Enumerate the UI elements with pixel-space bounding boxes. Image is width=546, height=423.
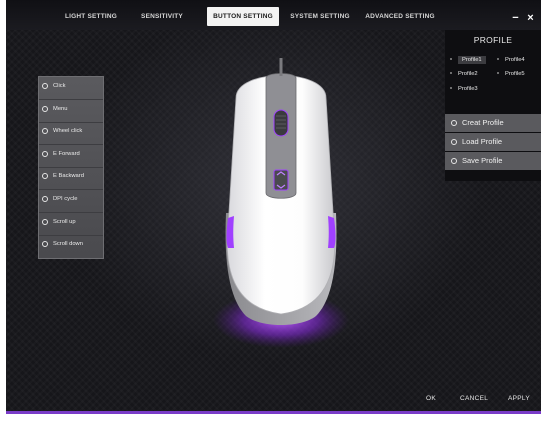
create-profile-label: Creat Profile [462, 118, 504, 127]
tab-sensitivity[interactable]: SENSITIVITY [132, 10, 192, 24]
button-item-label: Menu [53, 105, 68, 112]
button-item-backward[interactable]: E Backward [39, 167, 103, 191]
ok-button[interactable]: OK [426, 395, 436, 402]
radio-icon [42, 173, 48, 180]
profile-label: Profile5 [505, 71, 525, 77]
profile-label: Profile1 [458, 56, 486, 64]
load-profile-button[interactable]: Load Profile [445, 133, 541, 151]
button-item-menu[interactable]: Menu [39, 100, 103, 123]
profile-option-3[interactable]: Profile3 [450, 84, 478, 94]
minimize-button[interactable]: − [509, 12, 522, 25]
tab-bar: LIGHT SETTING SENSITIVITY BUTTON SETTING… [6, 0, 541, 30]
save-profile-button[interactable]: Save Profile [445, 152, 541, 170]
button-item-scroll-up[interactable]: Scroll up [39, 213, 103, 236]
radio-icon [42, 150, 48, 157]
radio-icon [42, 241, 48, 248]
apply-button[interactable]: APPLY [508, 395, 530, 402]
dpi-button [273, 169, 289, 191]
mouse-illustration [213, 58, 349, 348]
load-profile-label: Load Profile [462, 137, 503, 146]
radio-icon [42, 128, 48, 135]
bullet-icon [450, 72, 452, 75]
bullet-icon [497, 58, 499, 61]
button-item-label: Click [53, 83, 66, 89]
button-assignment-list: Click Menu Wheel click E Forward E Backw… [38, 76, 104, 259]
scroll-wheel [273, 109, 289, 137]
radio-icon [42, 218, 48, 225]
radio-icon [42, 83, 48, 89]
button-item-click[interactable]: Click [39, 77, 103, 100]
button-item-label: E Backward [53, 173, 84, 180]
radio-icon [451, 139, 457, 145]
button-item-wheel-click[interactable]: Wheel click [39, 122, 103, 146]
button-item-label: E Forward [53, 150, 80, 157]
tab-light-setting[interactable]: LIGHT SETTING [56, 10, 126, 24]
button-item-label: Wheel click [53, 128, 83, 135]
radio-icon [42, 105, 48, 112]
profile-option-2[interactable]: Profile2 [450, 69, 478, 79]
tab-button-setting[interactable]: BUTTON SETTING [207, 7, 279, 26]
tab-advanced-setting[interactable]: ADVANCED SETTING [360, 10, 440, 24]
radio-icon [42, 196, 48, 202]
bullet-icon [497, 72, 499, 75]
button-item-label: Scroll up [53, 218, 76, 225]
button-item-label: DPI cycle [53, 196, 78, 202]
radio-icon [451, 120, 457, 126]
profile-title: PROFILE [473, 35, 513, 45]
cancel-button[interactable]: CANCEL [460, 395, 488, 402]
tab-system-setting[interactable]: SYSTEM SETTING [286, 10, 354, 24]
button-item-dpi-cycle[interactable]: DPI cycle [39, 190, 103, 213]
radio-icon [451, 158, 457, 164]
save-profile-label: Save Profile [462, 156, 503, 165]
bullet-icon [450, 58, 452, 61]
profile-label: Profile2 [458, 71, 478, 77]
profile-label: Profile3 [458, 86, 478, 92]
button-item-scroll-down[interactable]: Scroll down [39, 235, 103, 257]
app-window: LIGHT SETTING SENSITIVITY BUTTON SETTING… [6, 0, 541, 414]
button-item-label: Scroll down [53, 241, 83, 248]
create-profile-button[interactable]: Creat Profile [445, 114, 541, 132]
bullet-icon [450, 87, 452, 90]
close-button[interactable]: × [524, 12, 537, 25]
profile-panel: PROFILE Profile1 Profile2 Profile3 Profi… [445, 30, 541, 181]
button-item-forward[interactable]: E Forward [39, 145, 103, 168]
profile-option-4[interactable]: Profile4 [497, 55, 525, 65]
profile-option-5[interactable]: Profile5 [497, 69, 525, 79]
profile-label: Profile4 [505, 57, 525, 63]
profile-option-1[interactable]: Profile1 [450, 55, 486, 65]
